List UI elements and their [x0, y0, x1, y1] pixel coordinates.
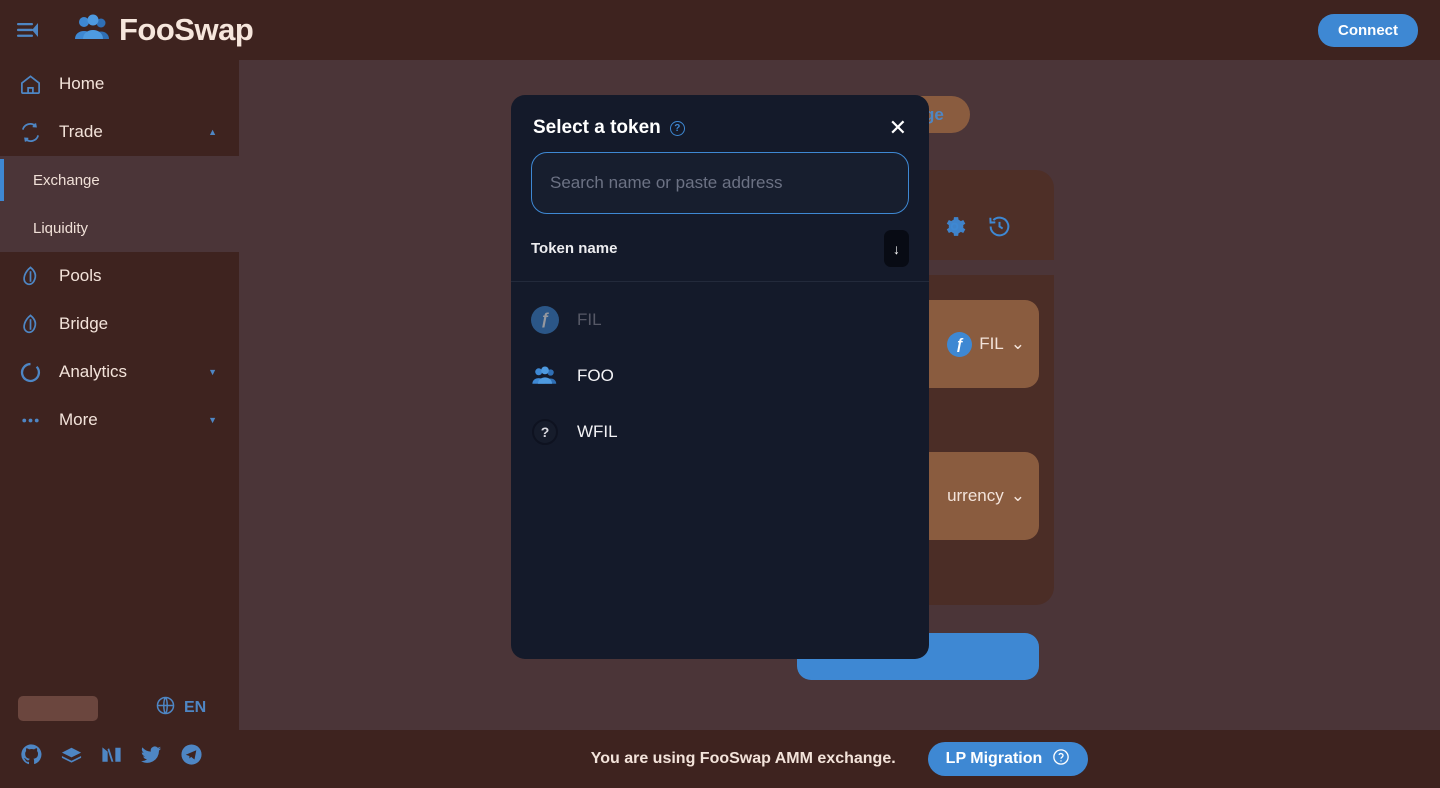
github-icon[interactable] — [20, 743, 43, 766]
token-symbol: FIL — [979, 334, 1004, 353]
token-symbol: FIL — [577, 310, 602, 329]
top-bar: FooSwap Connect — [0, 0, 1440, 60]
transaction-history-icon[interactable] — [987, 214, 1012, 244]
token-placeholder-label: urrency — [947, 486, 1004, 505]
sidebar-item-label: More — [59, 410, 98, 429]
token-symbol: FOO — [577, 366, 614, 385]
sidebar-item-label: Pools — [59, 266, 102, 285]
sidebar-item-label: Bridge — [59, 314, 109, 333]
select-token-modal: Select a token ? ✕ Token name ↓ ƒ FIL — [511, 95, 929, 659]
sidebar-item-label: Analytics — [59, 362, 128, 381]
sidebar-item-more[interactable]: More ▼ — [0, 396, 239, 444]
leaf-icon — [17, 311, 43, 337]
loading-placeholder — [18, 695, 98, 721]
brand-name: FooSwap — [119, 12, 254, 47]
sidebar-item-bridge[interactable]: Bridge — [0, 300, 239, 348]
foo-people-token-icon — [531, 362, 559, 390]
globe-icon — [155, 695, 176, 721]
token-symbol: WFIL — [577, 422, 618, 441]
sidebar-item-liquidity[interactable]: Liquidity — [0, 204, 239, 252]
token-select-to[interactable]: urrency ⌄ — [947, 486, 1025, 506]
swap-arrows-icon — [17, 119, 43, 145]
question-circle-icon — [1052, 748, 1070, 771]
chevron-down-icon[interactable]: ▼ — [208, 367, 217, 377]
sidebar-item-exchange[interactable]: Exchange — [0, 156, 239, 204]
medium-icon[interactable] — [100, 743, 123, 766]
token-glyph: ? — [532, 419, 558, 445]
token-select-from[interactable]: ƒ FIL ⌄ — [947, 331, 1025, 357]
ellipsis-icon — [17, 407, 43, 433]
footer-bar: You are using FooSwap AMM exchange. LP M… — [239, 730, 1440, 788]
footer-message: You are using FooSwap AMM exchange. — [590, 750, 896, 767]
brand[interactable]: FooSwap — [73, 12, 254, 48]
settings-gear-icon[interactable] — [942, 214, 967, 244]
close-icon[interactable]: ✕ — [889, 117, 907, 139]
people-logo-icon — [73, 13, 113, 48]
question-circle-icon[interactable]: ? — [669, 120, 685, 136]
list-item[interactable]: ƒ FIL — [511, 292, 929, 348]
telegram-icon[interactable] — [180, 743, 203, 766]
filecoin-token-icon: ƒ — [947, 331, 973, 357]
twitter-icon[interactable] — [140, 743, 163, 766]
token-list-header: Token name ↓ — [511, 214, 929, 282]
language-selector[interactable]: EN — [155, 695, 206, 721]
sidebar-item-analytics[interactable]: Analytics ▼ — [0, 348, 239, 396]
sidebar-item-label: Home — [59, 74, 105, 93]
search-wrapper — [511, 139, 929, 214]
token-name-column-label: Token name — [531, 240, 618, 257]
sidebar-item-trade[interactable]: Trade ▲ — [0, 108, 239, 156]
token-list: ƒ FIL FOO ? WFIL — [511, 282, 929, 460]
filecoin-token-icon: ƒ — [531, 306, 559, 334]
connect-button[interactable]: Connect — [1318, 14, 1418, 47]
sidebar-footer: EN — [0, 686, 239, 788]
language-row: EN — [0, 686, 239, 730]
leaf-icon — [17, 263, 43, 289]
app-root: FooSwap Connect Home Trade ▲ Exchange Li… — [0, 0, 1440, 788]
list-item[interactable]: ? WFIL — [511, 404, 929, 460]
sidebar-subitem-label: Liquidity — [33, 219, 89, 237]
chevron-down-icon: ⌄ — [1010, 334, 1025, 353]
trade-submenu: Exchange Liquidity — [0, 156, 239, 252]
social-links — [0, 730, 239, 778]
sidebar-item-label: Trade — [59, 122, 103, 141]
language-code: EN — [184, 699, 207, 716]
modal-title: Select a token — [533, 117, 661, 138]
token-glyph: ƒ — [531, 306, 559, 334]
chevron-down-icon[interactable]: ▼ — [208, 415, 217, 425]
lp-migration-button[interactable]: LP Migration — [927, 742, 1089, 776]
donut-chart-icon — [17, 359, 43, 385]
lp-migration-label: LP Migration — [945, 750, 1043, 767]
collapse-menu-icon[interactable] — [13, 15, 43, 45]
sidebar: Home Trade ▲ Exchange Liquidity Pools Br… — [0, 60, 239, 788]
chevron-down-icon: ⌄ — [1010, 486, 1025, 505]
home-icon — [17, 71, 43, 97]
sidebar-item-home[interactable]: Home — [0, 60, 239, 108]
unknown-token-icon: ? — [531, 418, 559, 446]
docs-book-icon[interactable] — [60, 743, 83, 766]
sort-descending-icon[interactable]: ↓ — [884, 230, 909, 267]
list-item[interactable]: FOO — [511, 348, 929, 404]
sidebar-item-pools[interactable]: Pools — [0, 252, 239, 300]
sidebar-subitem-label: Exchange — [33, 171, 100, 189]
modal-header: Select a token ? ✕ — [511, 95, 929, 139]
chevron-up-icon[interactable]: ▲ — [208, 127, 217, 137]
search-input[interactable] — [531, 152, 909, 214]
